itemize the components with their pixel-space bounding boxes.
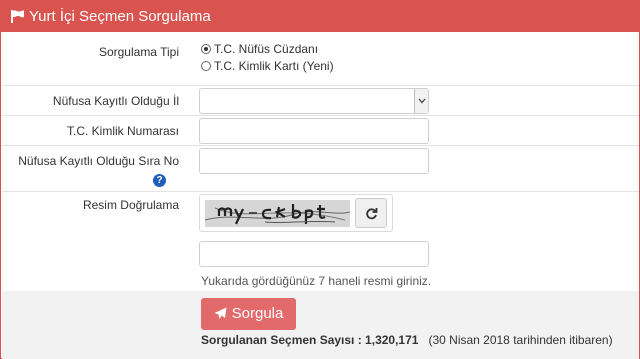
voter-count: Sorgulanan Seçmen Sayısı : 1,320,171 (30… bbox=[201, 333, 613, 347]
captcha-refresh-button[interactable] bbox=[355, 198, 387, 228]
flag-icon bbox=[11, 10, 24, 23]
captcha-hint: Yukarıda gördüğünüz 7 haneli resmi girin… bbox=[201, 274, 432, 288]
captcha-input[interactable] bbox=[199, 241, 429, 267]
chevron-down-icon[interactable] bbox=[414, 89, 428, 113]
panel-header: Yurt İçi Seçmen Sorgulama bbox=[1, 1, 639, 32]
radio-button-unchecked[interactable] bbox=[201, 61, 211, 71]
row-divider bbox=[2, 191, 639, 192]
captcha-container bbox=[199, 194, 393, 232]
sequence-number-input[interactable] bbox=[199, 148, 429, 174]
tc-number-label: T.C. Kimlik Numarası bbox=[66, 124, 179, 138]
refresh-icon bbox=[366, 208, 378, 220]
question-circle-icon[interactable]: ? bbox=[153, 174, 166, 187]
province-label: Nüfusa Kayıtlı Olduğu İl bbox=[52, 94, 179, 108]
voter-count-label: Sorgulanan Seçmen Sayısı : 1,320,171 bbox=[201, 333, 419, 347]
query-panel: Yurt İçi Seçmen Sorgulama Sorgulama Tipi… bbox=[0, 0, 640, 359]
province-select[interactable] bbox=[199, 88, 429, 114]
captcha-image bbox=[205, 200, 350, 227]
captcha-label: Resim Doğrulama bbox=[82, 198, 179, 212]
radio-label-id-card: T.C. Nüfüs Cüzdanı bbox=[214, 42, 319, 56]
voter-count-note: (30 Nisan 2018 tarihinden itibaren) bbox=[428, 333, 613, 347]
query-type-label: Sorgulama Tipi bbox=[98, 45, 179, 59]
submit-button[interactable]: Sorgula bbox=[201, 298, 296, 330]
row-divider bbox=[2, 145, 639, 146]
radio-option-id-card[interactable]: T.C. Nüfüs Cüzdanı bbox=[201, 42, 318, 56]
footer-band bbox=[2, 291, 639, 359]
radio-label-new-id-card: T.C. Kimlik Kartı (Yeni) bbox=[214, 59, 334, 73]
sequence-number-label: Nüfusa Kayıtlı Olduğu Sıra No bbox=[18, 154, 179, 168]
row-divider bbox=[2, 85, 639, 86]
row-divider bbox=[2, 115, 639, 116]
page-title: Yurt İçi Seçmen Sorgulama bbox=[29, 8, 211, 25]
tc-number-input[interactable] bbox=[199, 118, 429, 144]
paper-plane-icon bbox=[214, 307, 227, 319]
radio-button-checked[interactable] bbox=[201, 44, 211, 54]
radio-option-new-id-card[interactable]: T.C. Kimlik Kartı (Yeni) bbox=[201, 59, 334, 73]
submit-button-label: Sorgula bbox=[231, 305, 284, 322]
